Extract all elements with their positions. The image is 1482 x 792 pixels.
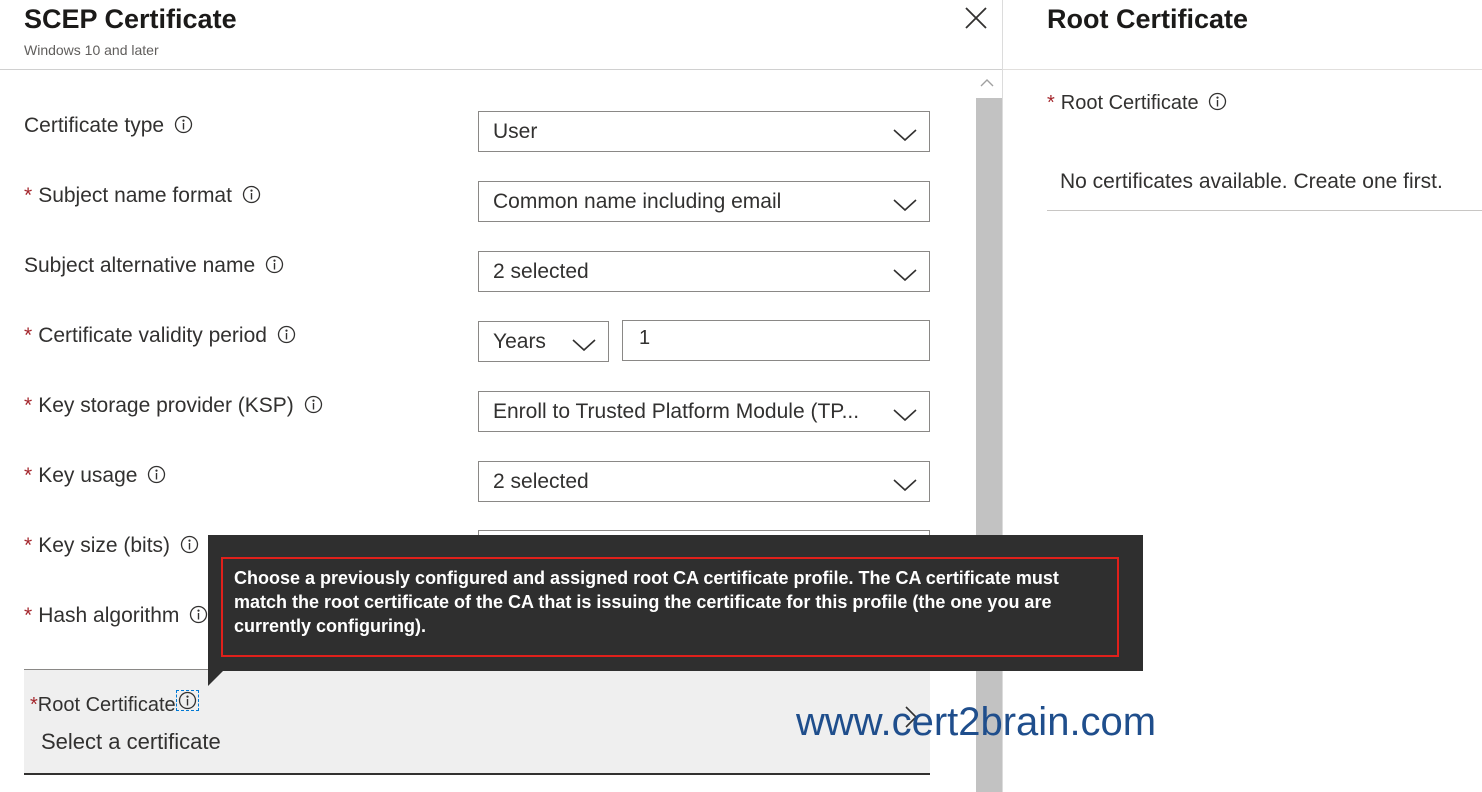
required-marker: * bbox=[24, 394, 33, 417]
close-icon bbox=[965, 7, 987, 29]
required-marker: * bbox=[24, 534, 33, 557]
certificate-type-label: Certificate type bbox=[24, 114, 193, 138]
info-icon[interactable] bbox=[189, 605, 208, 624]
root-certificate-label: *Root Certificate bbox=[30, 690, 199, 717]
scroll-up-button[interactable] bbox=[976, 72, 998, 94]
key-size-label: * Key size (bits) bbox=[24, 534, 199, 558]
validity-unit-select[interactable]: Years bbox=[478, 321, 609, 362]
blade-divider bbox=[1002, 0, 1003, 792]
chevron-down-icon bbox=[893, 409, 917, 422]
subject-name-format-value: Common name including email bbox=[493, 190, 782, 213]
validity-value-input[interactable]: 1 bbox=[622, 320, 930, 361]
subject-alternative-name-label-text: Subject alternative name bbox=[24, 254, 256, 277]
key-usage-label-text: Key usage bbox=[38, 464, 138, 487]
right-blade-title: Root Certificate bbox=[1047, 4, 1249, 34]
watermark: www.cert2brain.com bbox=[796, 700, 1157, 744]
hash-algorithm-label-text: Hash algorithm bbox=[38, 604, 180, 627]
key-usage-label: * Key usage bbox=[24, 464, 166, 488]
chevron-down-icon bbox=[893, 479, 917, 492]
info-icon[interactable] bbox=[1208, 92, 1227, 111]
info-icon[interactable] bbox=[304, 395, 323, 414]
tooltip-text: Choose a previously configured and assig… bbox=[234, 568, 1059, 636]
root-certificate-selector[interactable] bbox=[24, 669, 930, 775]
root-certificate-info-button[interactable] bbox=[175, 690, 199, 711]
validity-value-text: 1 bbox=[639, 327, 651, 349]
right-root-certificate-label-text: Root Certificate bbox=[1060, 92, 1199, 114]
subject-name-format-select[interactable]: Common name including email bbox=[478, 181, 930, 222]
hash-algorithm-label: * Hash algorithm bbox=[24, 604, 208, 628]
validity-unit-value: Years bbox=[493, 330, 546, 353]
blade-subtitle: Windows 10 and later bbox=[24, 42, 159, 58]
scroll-up-icon bbox=[980, 79, 994, 87]
ksp-select[interactable]: Enroll to Trusted Platform Module (TP... bbox=[478, 391, 930, 432]
right-list-divider bbox=[1047, 210, 1482, 211]
chevron-down-icon bbox=[893, 269, 917, 282]
ksp-label-text: Key storage provider (KSP) bbox=[38, 394, 294, 417]
info-icon[interactable] bbox=[174, 115, 193, 134]
info-icon[interactable] bbox=[180, 535, 199, 554]
subject-alternative-name-label: Subject alternative name bbox=[24, 254, 284, 278]
validity-period-label-text: Certificate validity period bbox=[38, 324, 267, 347]
subject-alternative-name-value: 2 selected bbox=[493, 260, 589, 283]
close-button[interactable] bbox=[962, 4, 990, 32]
key-usage-select[interactable]: 2 selected bbox=[478, 461, 930, 502]
certificate-type-value: User bbox=[493, 120, 538, 143]
chevron-down-icon bbox=[893, 129, 917, 142]
subject-name-format-label-text: Subject name format bbox=[38, 184, 232, 207]
required-marker: * bbox=[30, 694, 38, 716]
tooltip-arrow bbox=[208, 670, 224, 686]
info-icon[interactable] bbox=[265, 255, 284, 274]
required-marker: * bbox=[24, 184, 33, 207]
header-divider bbox=[0, 69, 1002, 70]
scrollbar-thumb[interactable] bbox=[976, 98, 1002, 792]
info-icon[interactable] bbox=[277, 325, 296, 344]
chevron-down-icon bbox=[893, 199, 917, 212]
required-marker: * bbox=[24, 604, 33, 627]
no-certificates-message: No certificates available. Create one fi… bbox=[1060, 170, 1443, 193]
ksp-value: Enroll to Trusted Platform Module (TP... bbox=[493, 400, 860, 423]
subject-alternative-name-select[interactable]: 2 selected bbox=[478, 251, 930, 292]
required-marker: * bbox=[24, 464, 33, 487]
right-root-certificate-label: * Root Certificate bbox=[1047, 92, 1227, 115]
certificate-type-label-text: Certificate type bbox=[24, 114, 165, 137]
info-icon bbox=[178, 691, 196, 710]
root-certificate-label-text: Root Certificate bbox=[37, 694, 176, 716]
info-icon[interactable] bbox=[242, 185, 261, 204]
right-header-divider bbox=[1003, 69, 1482, 70]
root-certificate-value: Select a certificate bbox=[41, 729, 221, 754]
certificate-type-select[interactable]: User bbox=[478, 111, 930, 152]
info-icon[interactable] bbox=[147, 465, 166, 484]
required-marker: * bbox=[24, 324, 33, 347]
subject-name-format-label: * Subject name format bbox=[24, 184, 261, 208]
blade-title: SCEP Certificate bbox=[24, 4, 237, 34]
required-marker: * bbox=[1047, 92, 1055, 114]
key-usage-value: 2 selected bbox=[493, 470, 589, 493]
ksp-label: * Key storage provider (KSP) bbox=[24, 394, 323, 418]
key-size-label-text: Key size (bits) bbox=[38, 534, 171, 557]
chevron-down-icon bbox=[572, 339, 596, 352]
validity-period-label: * Certificate validity period bbox=[24, 324, 296, 348]
